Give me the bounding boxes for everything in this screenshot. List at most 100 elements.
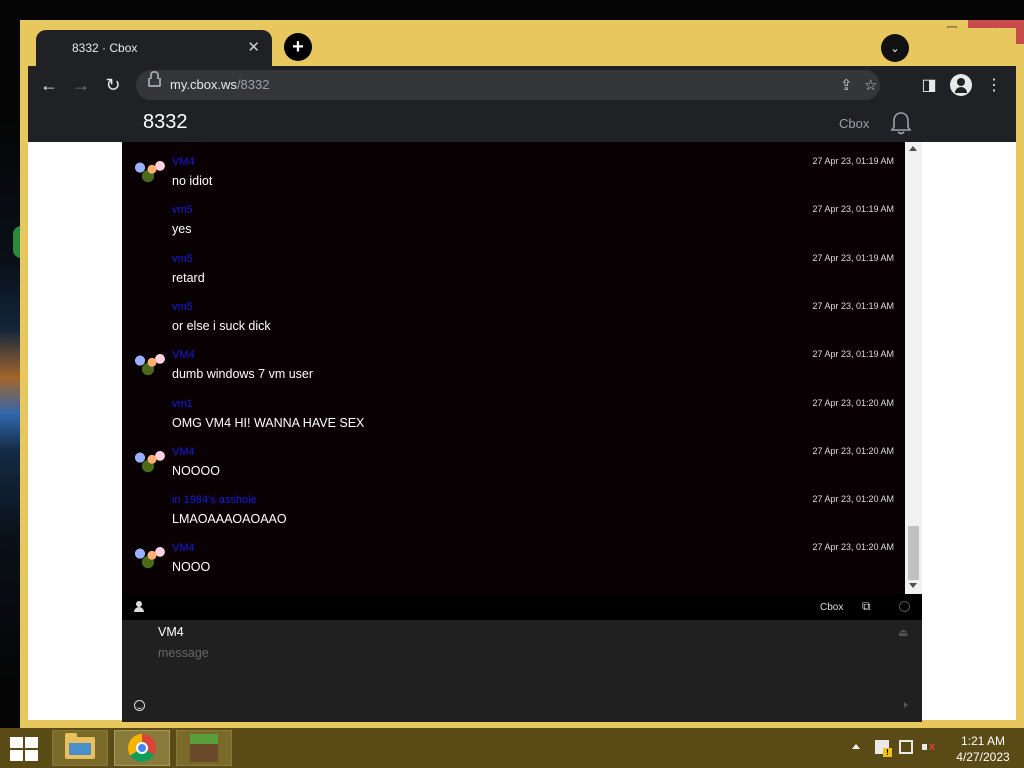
tab-close-icon[interactable]: ✕ bbox=[247, 38, 260, 56]
message-text: OMG VM4 HI! WANNA HAVE SEX bbox=[172, 415, 365, 430]
message-username[interactable]: vm5 bbox=[172, 253, 193, 265]
message-text: dumb windows 7 vm user bbox=[172, 367, 314, 382]
taskbar-chrome[interactable] bbox=[114, 730, 170, 766]
taskbar: 1:21 AM 4/27/2023 bbox=[0, 728, 1024, 768]
popout-icon[interactable]: ⧉ bbox=[862, 599, 871, 614]
message-username[interactable]: vm1 bbox=[172, 398, 193, 410]
page-content: 8332 Cbox VM4 27 Apr 23, 01:19 AM no idiot… bbox=[28, 104, 1016, 722]
profile-avatar-icon[interactable] bbox=[950, 74, 972, 96]
share-icon[interactable]: ⇪ bbox=[840, 76, 853, 94]
tab-active[interactable]: 8332 · Cbox ✕ bbox=[36, 30, 272, 66]
volume-muted-icon[interactable] bbox=[922, 740, 936, 754]
folder-icon bbox=[65, 733, 95, 759]
message-text: or else i suck dick bbox=[172, 318, 271, 333]
page-title: 8332 bbox=[143, 111, 188, 133]
chat-toolbar: Cbox ⧉ bbox=[122, 594, 922, 620]
emoji-icon[interactable] bbox=[134, 700, 145, 711]
avatar[interactable] bbox=[128, 347, 168, 382]
message-timestamp: 27 Apr 23, 01:20 AM bbox=[812, 494, 894, 505]
user-icon[interactable] bbox=[134, 601, 144, 612]
taskbar-minecraft[interactable] bbox=[176, 730, 232, 766]
avatar[interactable] bbox=[128, 540, 168, 575]
lock-icon[interactable] bbox=[148, 71, 161, 87]
action-center-flag-icon[interactable] bbox=[875, 740, 892, 757]
message-timestamp: 27 Apr 23, 01:20 AM bbox=[812, 445, 894, 456]
clock-date: 4/27/2023 bbox=[956, 750, 1010, 764]
system-clock[interactable]: 1:21 AM 4/27/2023 bbox=[948, 733, 1018, 765]
compose-area: ⏏ bbox=[122, 620, 922, 722]
tab-title: 8332 · Cbox bbox=[72, 41, 138, 55]
message-row: VM4 27 Apr 23, 01:19 AM no idiot bbox=[122, 148, 905, 196]
scroll-up-arrow-icon[interactable] bbox=[909, 146, 917, 151]
browser-window: – ☐ ✕ 8332 · Cbox ✕ + ⌄ ← → ↻ my.cbox.ws… bbox=[20, 20, 1024, 728]
scrollbar[interactable] bbox=[905, 142, 922, 594]
message-input[interactable] bbox=[158, 646, 898, 696]
message-timestamp: 27 Apr 23, 01:20 AM bbox=[812, 542, 894, 553]
message-text: NOOO bbox=[172, 560, 211, 575]
message-username[interactable]: VM4 bbox=[172, 349, 195, 361]
message-list[interactable]: VM4 27 Apr 23, 01:19 AM no idiot vm5 27 Apr … bbox=[122, 142, 905, 592]
message-text: LMAOAAAOAOAAO bbox=[172, 512, 287, 527]
message-row: vm5 27 Apr 23, 01:19 AM retard bbox=[122, 245, 905, 293]
message-username[interactable]: VM4 bbox=[172, 156, 195, 168]
message-username[interactable]: vm5 bbox=[172, 204, 193, 216]
forward-button[interactable]: → bbox=[70, 74, 92, 96]
menu-icon[interactable]: ⋮ bbox=[983, 74, 1005, 96]
message-timestamp: 27 Apr 23, 01:19 AM bbox=[812, 349, 894, 360]
address-bar[interactable]: my.cbox.ws/8332 ⇪ ☆ bbox=[136, 70, 880, 100]
message-row: VM4 27 Apr 23, 01:19 AM dumb windows 7 vm … bbox=[122, 341, 905, 389]
message-timestamp: 27 Apr 23, 01:19 AM bbox=[812, 252, 894, 263]
new-tab-button[interactable]: + bbox=[284, 33, 312, 61]
message-timestamp: 27 Apr 23, 01:20 AM bbox=[812, 397, 894, 408]
clock-time: 1:21 AM bbox=[960, 734, 1006, 748]
name-field[interactable] bbox=[158, 624, 858, 640]
url-path: /8332 bbox=[236, 77, 270, 92]
chat-box: VM4 27 Apr 23, 01:19 AM no idiot vm5 27 Apr … bbox=[122, 142, 922, 722]
tab-search-button[interactable]: ⌄ bbox=[881, 34, 909, 62]
back-button[interactable]: ← bbox=[38, 74, 60, 96]
message-username[interactable]: vm5 bbox=[172, 301, 193, 313]
scroll-thumb[interactable] bbox=[908, 526, 919, 580]
browser-toolbar: ← → ↻ my.cbox.ws/8332 ⇪ ☆ ◨ ⋮ bbox=[28, 66, 1016, 104]
message-row: vm5 27 Apr 23, 01:19 AM or else i suck dic… bbox=[122, 293, 905, 341]
side-panel-icon[interactable]: ◨ bbox=[918, 74, 940, 96]
desktop-wallpaper-glow bbox=[0, 330, 22, 450]
send-icon[interactable] bbox=[904, 702, 908, 708]
message-timestamp: 27 Apr 23, 01:19 AM bbox=[812, 204, 894, 215]
message-row: vm1 27 Apr 23, 01:20 AM OMG VM4 HI! WANNA … bbox=[122, 390, 905, 438]
url-text: my.cbox.ws/8332 bbox=[170, 77, 269, 92]
logout-icon[interactable]: ⏏ bbox=[898, 626, 908, 639]
chrome-icon bbox=[128, 734, 156, 762]
message-text: no idiot bbox=[172, 174, 213, 188]
message-username[interactable]: in 1984's asshole bbox=[172, 494, 257, 506]
bell-icon[interactable] bbox=[890, 111, 912, 135]
url-domain: my.cbox.ws bbox=[170, 77, 237, 92]
message-timestamp: 27 Apr 23, 01:19 AM bbox=[812, 156, 894, 166]
message-text: retard bbox=[172, 270, 205, 285]
brand-link[interactable]: Cbox bbox=[839, 116, 869, 131]
scroll-down-arrow-icon[interactable] bbox=[909, 583, 917, 588]
grass-block-icon bbox=[190, 734, 218, 762]
tab-strip: 8332 · Cbox ✕ + ⌄ bbox=[28, 28, 1016, 66]
site-header: 8332 Cbox bbox=[28, 104, 1016, 142]
message-row: VM4 27 Apr 23, 01:20 AM NOOO bbox=[122, 534, 905, 582]
loading-spinner-icon bbox=[899, 601, 910, 612]
avatar[interactable] bbox=[128, 443, 168, 478]
show-hidden-icons-icon[interactable] bbox=[852, 744, 860, 749]
message-username[interactable]: VM4 bbox=[172, 446, 195, 458]
message-row: in 1984's asshole 27 Apr 23, 01:20 AM LMAO… bbox=[122, 486, 905, 534]
browser: 8332 · Cbox ✕ + ⌄ ← → ↻ my.cbox.ws/8332 … bbox=[28, 28, 1016, 722]
bookmark-star-icon[interactable]: ☆ bbox=[864, 76, 877, 94]
windows-start-button[interactable] bbox=[10, 737, 38, 761]
cbox-link[interactable]: Cbox bbox=[820, 602, 843, 613]
message-username[interactable]: VM4 bbox=[172, 542, 195, 554]
avatar[interactable] bbox=[128, 154, 168, 188]
reload-button[interactable]: ↻ bbox=[102, 74, 124, 96]
message-timestamp: 27 Apr 23, 01:19 AM bbox=[812, 300, 894, 311]
network-icon[interactable] bbox=[899, 740, 913, 754]
message-text: NOOOO bbox=[172, 463, 220, 478]
message-row: VM4 27 Apr 23, 01:20 AM NOOOO bbox=[122, 438, 905, 486]
taskbar-file-explorer[interactable] bbox=[52, 730, 108, 766]
message-text: yes bbox=[172, 222, 192, 237]
message-row: vm5 27 Apr 23, 01:19 AM yes bbox=[122, 196, 905, 244]
